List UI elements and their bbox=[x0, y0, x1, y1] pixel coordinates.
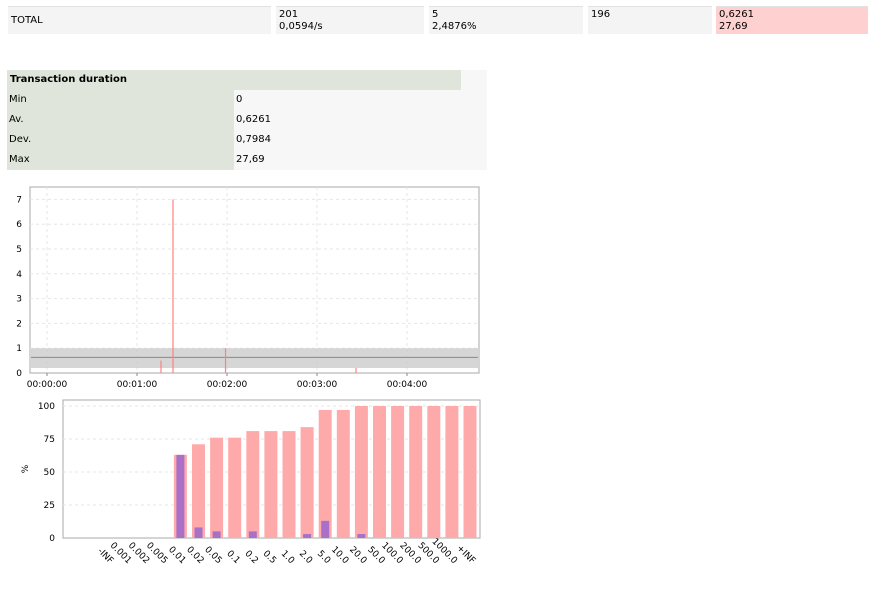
x-tick-label: 0.5 bbox=[261, 549, 278, 566]
cumulative-bar bbox=[300, 427, 314, 538]
x-tick-label: 0.01 bbox=[166, 545, 187, 566]
distribution-bar bbox=[248, 531, 257, 538]
total-ok-cell: 196 bbox=[588, 6, 712, 34]
y-tick-label: 3 bbox=[16, 295, 22, 305]
total-errors-cell: 5 2,4876% bbox=[429, 6, 583, 34]
distribution-bar bbox=[321, 520, 330, 538]
x-tick-label: 00:01:00 bbox=[117, 380, 158, 390]
transaction-duration-table: Transaction duration Min 0 Av. 0,6261 De… bbox=[7, 70, 487, 170]
x-tick-label: 0.1 bbox=[224, 549, 241, 566]
y-tick-label: 50 bbox=[44, 468, 56, 478]
cumulative-bar bbox=[354, 406, 368, 538]
distribution-bar bbox=[212, 531, 221, 538]
x-tick-label: +INF bbox=[454, 543, 477, 566]
duration-row-av: Av. 0,6261 bbox=[7, 110, 487, 130]
y-tick-label: 4 bbox=[16, 270, 22, 280]
cumulative-bar bbox=[391, 406, 405, 538]
distribution-bar bbox=[303, 534, 312, 538]
x-tick-label: 00:00:00 bbox=[27, 380, 68, 390]
total-label-cell: TOTAL bbox=[8, 6, 271, 34]
total-avg: 0,6261 bbox=[719, 9, 754, 20]
y-tick-label: 0 bbox=[49, 534, 55, 544]
distribution-bar bbox=[194, 527, 203, 538]
deviation-band bbox=[31, 348, 478, 369]
y-tick-label: 1 bbox=[16, 344, 22, 354]
duration-key: Dev. bbox=[7, 130, 234, 150]
total-errors: 5 bbox=[432, 9, 439, 20]
y-tick-label: 100 bbox=[38, 402, 55, 412]
x-tick-label: 0.2 bbox=[243, 549, 260, 566]
y-tick-label: 5 bbox=[16, 245, 22, 255]
y-tick-label: 75 bbox=[44, 435, 55, 445]
cumulative-bar bbox=[282, 431, 296, 538]
duration-row-max: Max 27,69 bbox=[7, 150, 487, 170]
cumulative-bar bbox=[409, 406, 423, 538]
total-ok: 196 bbox=[591, 9, 611, 20]
x-tick-label: 0.05 bbox=[202, 545, 223, 566]
duration-value: 27,69 bbox=[234, 150, 487, 170]
cumulative-bar bbox=[192, 444, 205, 538]
total-requests: 201 bbox=[279, 9, 299, 20]
cumulative-bar bbox=[336, 409, 350, 538]
y-tick-label: 7 bbox=[16, 195, 22, 205]
cumulative-bar bbox=[228, 437, 242, 538]
x-tick-label: 10.0 bbox=[329, 545, 350, 566]
x-tick-label: 00:03:00 bbox=[297, 380, 338, 390]
x-tick-label: 20.0 bbox=[347, 545, 368, 566]
total-rate: 0,0594/s bbox=[279, 21, 323, 32]
cumulative-bar bbox=[318, 409, 332, 538]
total-max: 27,69 bbox=[719, 21, 748, 32]
total-error-pct: 2,4876% bbox=[432, 21, 477, 32]
distribution-bar bbox=[176, 454, 185, 538]
duration-value: 0,7984 bbox=[234, 130, 487, 150]
duration-timeline-chart: 0 1 2 3 4 5 6 7 00:00:00 00:01:00 00:02:00 00:03:00… bbox=[16, 186, 480, 390]
duration-title-filler bbox=[461, 70, 487, 90]
x-tick-label: 00:02:00 bbox=[207, 380, 248, 390]
cumulative-bar bbox=[427, 406, 441, 538]
y-tick-label: 6 bbox=[16, 220, 22, 230]
x-tick-label: 1.0 bbox=[279, 549, 296, 566]
duration-row-min: Min 0 bbox=[7, 90, 487, 110]
total-requests-cell: 201 0,0594/s bbox=[276, 6, 424, 34]
distribution-bar bbox=[357, 534, 366, 538]
duration-row-dev: Dev. 0,7984 bbox=[7, 130, 487, 150]
x-tick-label: 2.0 bbox=[297, 549, 314, 566]
total-label: TOTAL bbox=[11, 14, 43, 26]
total-duration-cell: 0,6261 27,69 bbox=[716, 6, 868, 34]
cumulative-bar bbox=[373, 406, 386, 538]
duration-key: Min bbox=[7, 90, 234, 110]
y-tick-label: 2 bbox=[16, 319, 22, 329]
cumulative-bar bbox=[246, 431, 260, 538]
duration-key: Max bbox=[7, 150, 234, 170]
cumulative-bar bbox=[210, 437, 224, 538]
duration-title: Transaction duration bbox=[7, 70, 461, 90]
duration-value: 0 bbox=[234, 90, 487, 110]
y-tick-label: 0 bbox=[16, 369, 22, 379]
y-tick-label: 25 bbox=[44, 501, 55, 511]
cumulative-bar bbox=[445, 406, 459, 538]
duration-histogram-chart: 0255075100%-INF0.0010.0020.0050.010.020.… bbox=[21, 399, 481, 566]
x-tick-label: 00:04:00 bbox=[387, 380, 428, 390]
duration-value: 0,6261 bbox=[234, 110, 487, 130]
duration-key: Av. bbox=[7, 110, 234, 130]
cumulative-bar bbox=[264, 431, 278, 538]
cumulative-bar bbox=[463, 406, 477, 538]
x-tick-label: 0.02 bbox=[184, 545, 205, 566]
y-axis-label: % bbox=[21, 464, 31, 473]
plot-area bbox=[29, 186, 480, 374]
